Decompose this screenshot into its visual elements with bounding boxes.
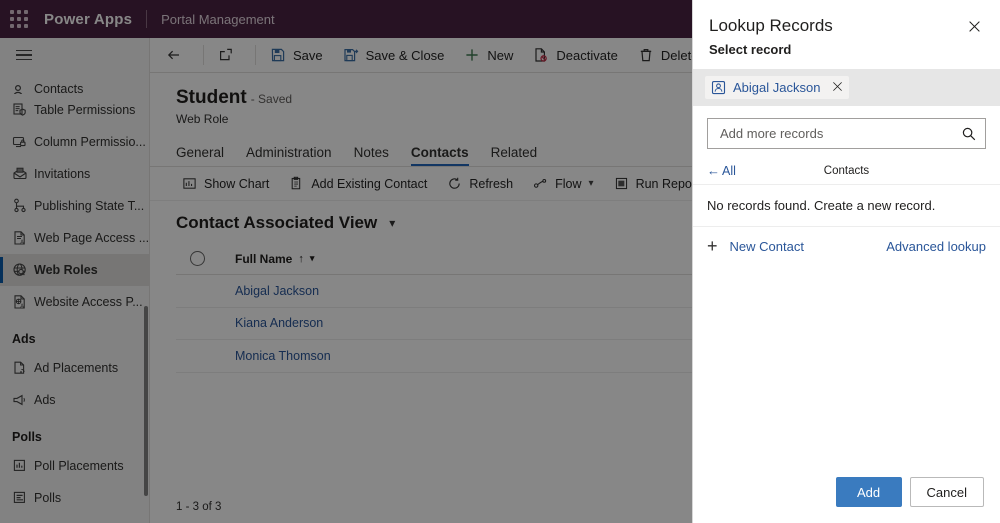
plus-icon: +	[707, 236, 718, 256]
add-button[interactable]: Add	[835, 477, 902, 507]
panel-subtitle: Select record	[709, 42, 792, 57]
empty-results-message: No records found. Create a new record.	[693, 185, 1000, 227]
back-to-all-label: All	[722, 163, 736, 178]
new-contact-label: New Contact	[729, 238, 804, 254]
lookup-records-panel: Lookup Records Select record Abigal Jack…	[692, 0, 1000, 523]
selected-records-area: Abigal Jackson	[693, 69, 1000, 106]
back-to-all-link[interactable]: ← All	[707, 163, 736, 178]
contact-icon	[711, 80, 726, 95]
search-area	[693, 106, 1000, 149]
results-header: ← All Contacts	[693, 157, 1000, 185]
panel-header: Lookup Records Select record	[693, 0, 1000, 57]
chip-label: Abigal Jackson	[733, 80, 821, 95]
screen: Power Apps Portal Management Contacts Ta…	[0, 0, 1000, 523]
selected-record-chip[interactable]: Abigal Jackson	[705, 76, 850, 99]
cancel-button[interactable]: Cancel	[909, 477, 984, 507]
search-input[interactable]	[718, 125, 961, 142]
new-contact-button[interactable]: + New Contact	[707, 237, 804, 255]
results-actions: + New Contact Advanced lookup	[693, 227, 1000, 265]
modal-overlay[interactable]	[0, 0, 692, 523]
panel-title: Lookup Records	[709, 16, 833, 35]
back-arrow-icon: ←	[707, 163, 720, 178]
panel-footer: Add Cancel	[693, 465, 1000, 523]
search-box[interactable]	[707, 118, 986, 149]
search-icon[interactable]	[961, 126, 977, 142]
advanced-lookup-link[interactable]: Advanced lookup	[886, 239, 986, 254]
close-icon[interactable]	[832, 80, 843, 95]
results-entity-label: Contacts	[823, 164, 870, 177]
close-icon[interactable]	[960, 12, 988, 40]
